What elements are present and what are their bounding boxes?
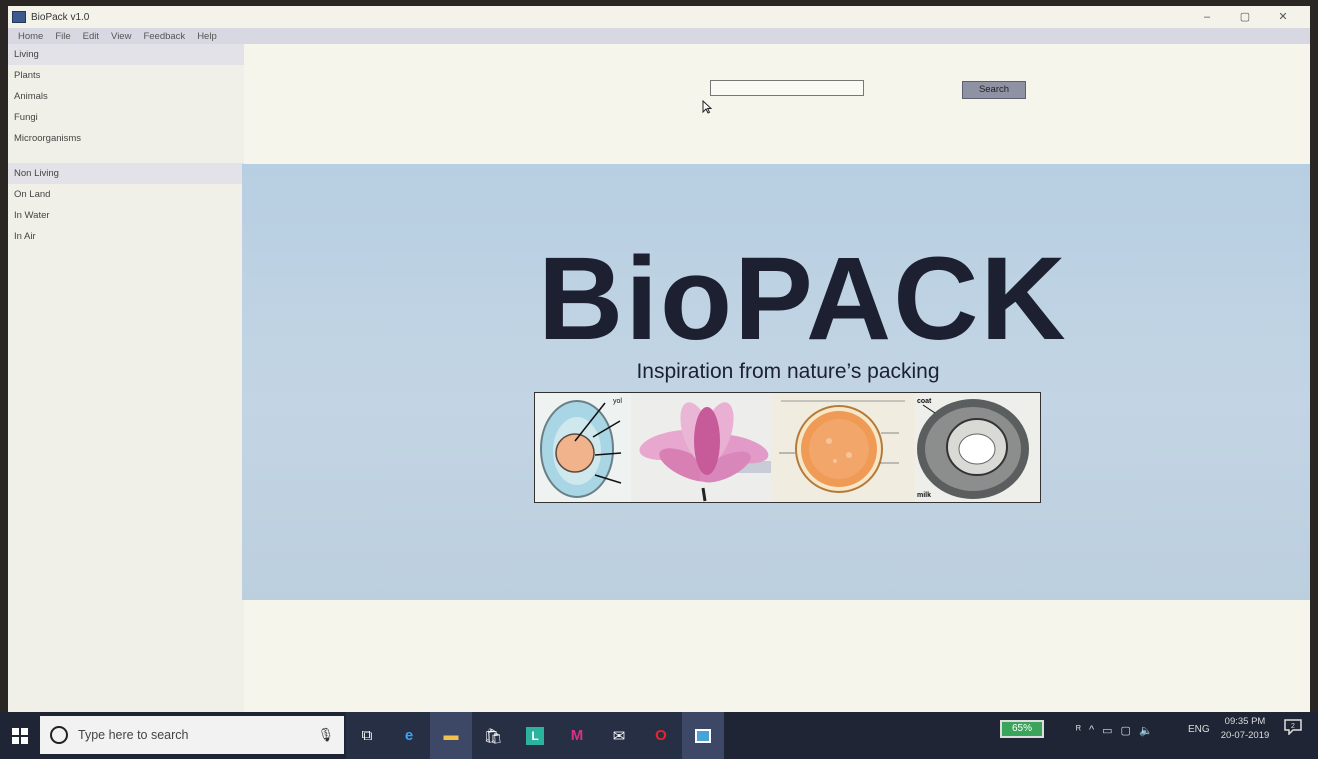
menu-view[interactable]: View bbox=[111, 31, 131, 42]
banner-tagline: Inspiration from nature’s packing bbox=[636, 360, 940, 383]
menu-home[interactable]: Home bbox=[18, 31, 43, 42]
clock-time: 09:35 PM bbox=[1224, 716, 1266, 727]
sidebar-heading-non-living[interactable]: Non Living bbox=[8, 163, 244, 184]
mouse-cursor-icon bbox=[702, 100, 712, 114]
egg-diagram-image: yol bbox=[535, 393, 631, 502]
file-explorer-icon[interactable]: ▬ bbox=[430, 712, 472, 759]
sidebar-item-microorganisms[interactable]: Microorganisms bbox=[8, 128, 244, 149]
volume-icon[interactable]: 🔈 bbox=[1139, 724, 1153, 737]
network-icon[interactable]: ▢ bbox=[1121, 724, 1131, 737]
search-input[interactable] bbox=[710, 80, 864, 96]
taskbar-search-placeholder: Type here to search bbox=[78, 728, 189, 742]
orange-cross-section-image bbox=[771, 393, 915, 502]
nature-packing-image-strip: yol coat milk bbox=[534, 392, 1041, 503]
system-tray: ᴿ ^ ▭ ▢ 🔈 bbox=[1076, 724, 1161, 737]
coconut-cross-section-image: coat milk bbox=[915, 393, 1040, 502]
coconut-coat-label: coat bbox=[917, 398, 932, 405]
sidebar-item-in-air[interactable]: In Air bbox=[8, 226, 244, 247]
sidebar: Living Plants Animals Fungi Microorganis… bbox=[8, 44, 244, 712]
windows-start-icon[interactable] bbox=[12, 728, 28, 744]
store-icon[interactable]: 🛍 bbox=[472, 712, 514, 759]
mail-icon[interactable]: ✉ bbox=[598, 712, 640, 759]
l-app-icon[interactable]: L bbox=[514, 712, 556, 759]
taskbar-search-box[interactable]: Type here to search 🎙 bbox=[40, 716, 344, 754]
active-app-icon[interactable] bbox=[682, 712, 724, 759]
sidebar-item-on-land[interactable]: On Land bbox=[8, 184, 244, 205]
biopack-banner: BioPACK Inspiration from nature’s packin… bbox=[242, 164, 1310, 600]
close-button[interactable]: ✕ bbox=[1264, 8, 1302, 26]
sidebar-item-animals[interactable]: Animals bbox=[8, 86, 244, 107]
menu-file[interactable]: File bbox=[55, 31, 70, 42]
title-bar: BioPack v1.0 – ▢ ✕ bbox=[8, 6, 1310, 28]
microphone-icon[interactable]: 🎙 bbox=[317, 727, 334, 743]
menu-feedback[interactable]: Feedback bbox=[143, 31, 185, 42]
menu-edit[interactable]: Edit bbox=[83, 31, 99, 42]
window-title: BioPack v1.0 bbox=[31, 11, 90, 23]
search-button[interactable]: Search bbox=[962, 81, 1026, 99]
menu-bar: Home File Edit View Feedback Help bbox=[8, 28, 1310, 44]
app-window: BioPack v1.0 – ▢ ✕ Home File Edit View F… bbox=[8, 6, 1310, 712]
egg-yolk-label: yol bbox=[613, 398, 622, 405]
opera-icon[interactable]: O bbox=[640, 712, 682, 759]
cortana-icon bbox=[50, 726, 68, 744]
coconut-milk-label: milk bbox=[917, 492, 931, 499]
notification-count: 2 bbox=[1291, 723, 1295, 730]
language-indicator[interactable]: ENG bbox=[1188, 724, 1210, 735]
clock-date: 20-07-2019 bbox=[1220, 730, 1270, 741]
people-icon[interactable]: ᴿ bbox=[1076, 724, 1081, 737]
battery-small-icon[interactable]: ▭ bbox=[1102, 724, 1112, 737]
lotus-flower-image bbox=[631, 393, 771, 502]
task-view-icon[interactable]: ⧉ bbox=[346, 712, 388, 759]
mcafee-icon[interactable]: M bbox=[556, 712, 598, 759]
app-icon bbox=[12, 11, 26, 23]
sidebar-heading-living[interactable]: Living bbox=[8, 44, 244, 65]
biopack-logo: BioPACK bbox=[538, 233, 1068, 365]
maximize-button[interactable]: ▢ bbox=[1226, 8, 1264, 26]
notification-icon[interactable]: 2 bbox=[1284, 719, 1302, 735]
minimize-button[interactable]: – bbox=[1188, 8, 1226, 26]
clock[interactable]: 09:35 PM 20-07-2019 bbox=[1216, 715, 1274, 743]
menu-help[interactable]: Help bbox=[197, 31, 217, 42]
edge-browser-icon[interactable]: e bbox=[388, 712, 430, 759]
sidebar-item-in-water[interactable]: In Water bbox=[8, 205, 244, 226]
sidebar-item-plants[interactable]: Plants bbox=[8, 65, 244, 86]
battery-indicator[interactable]: 65% bbox=[1000, 720, 1044, 738]
sidebar-item-fungi[interactable]: Fungi bbox=[8, 107, 244, 128]
chevron-up-icon[interactable]: ^ bbox=[1089, 724, 1094, 737]
